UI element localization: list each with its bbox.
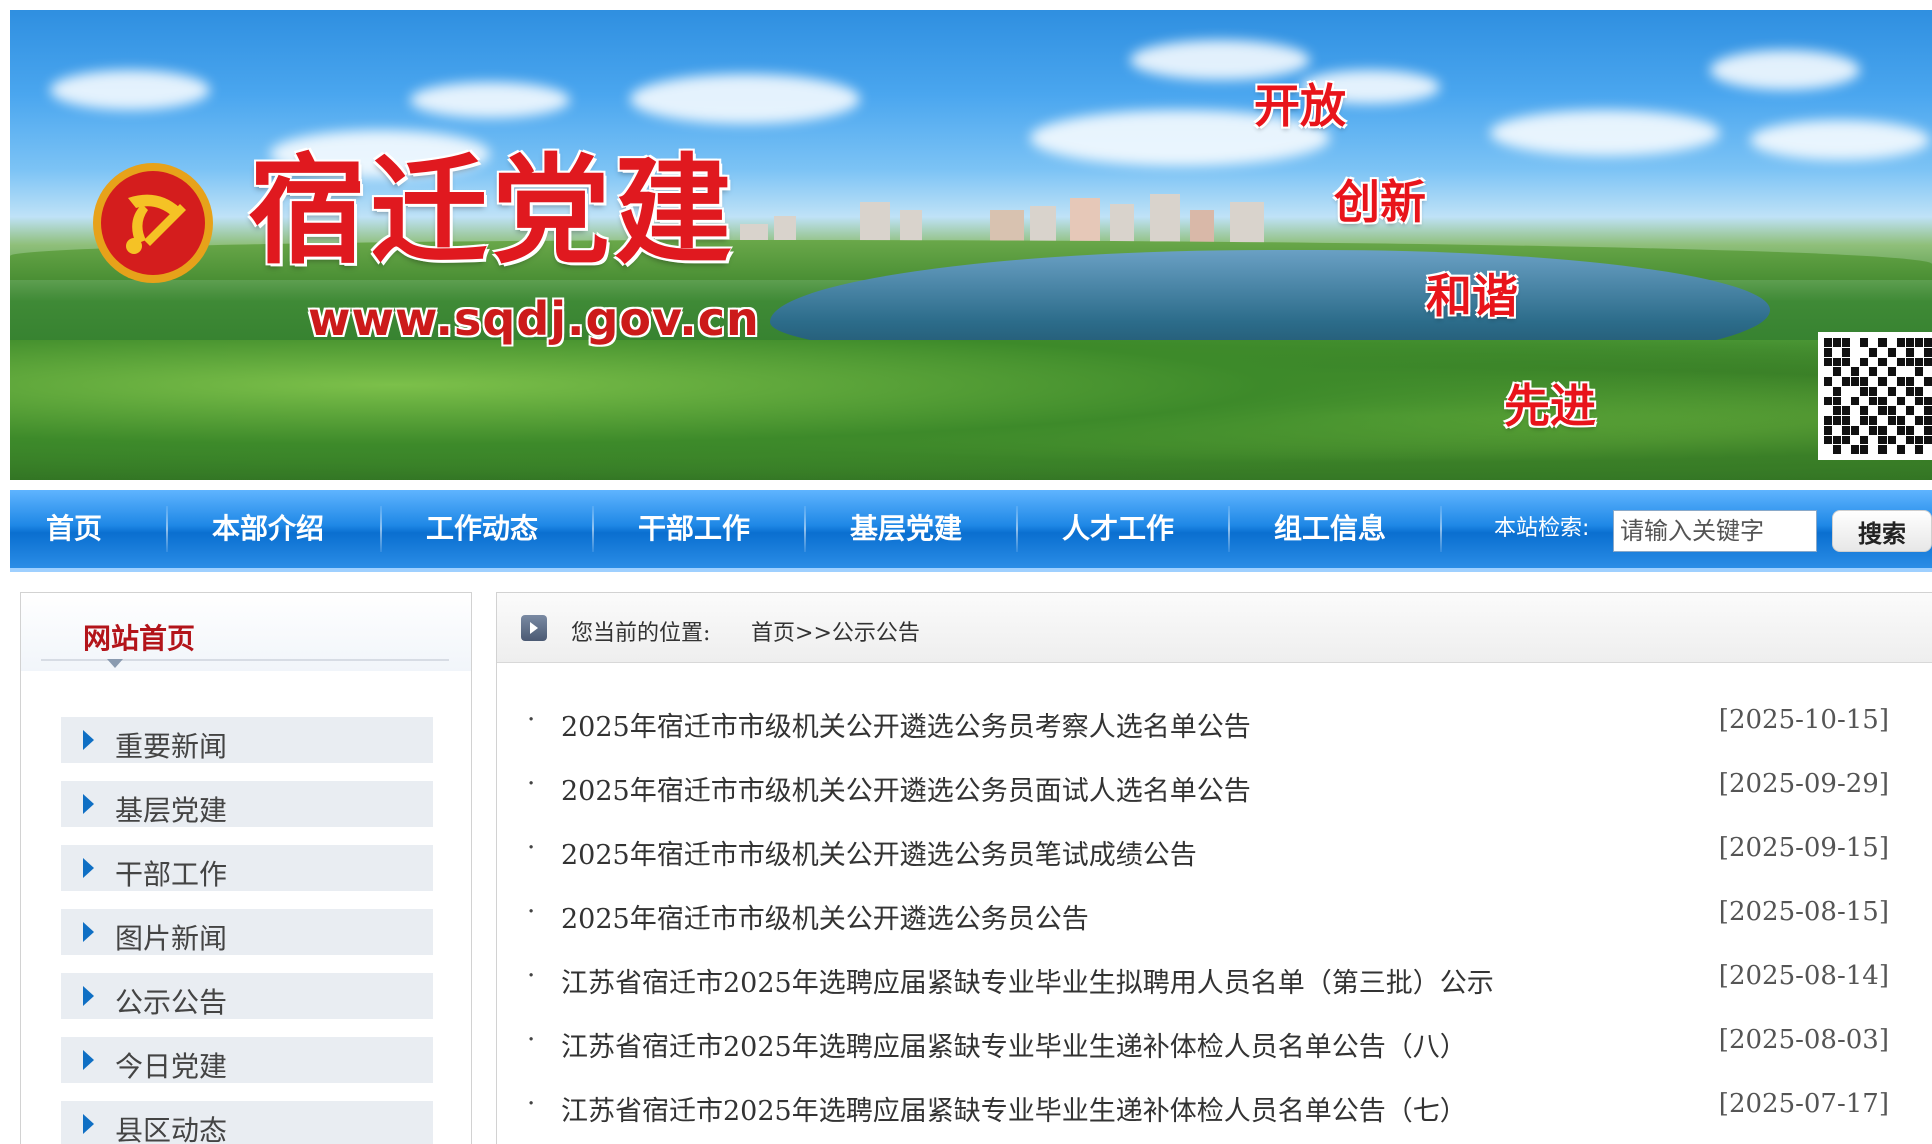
sidebar-header: 网站首页	[21, 593, 471, 671]
caret-down-icon	[107, 659, 123, 668]
list-bullet: ·	[527, 961, 536, 991]
slogan-open: 开放	[1254, 79, 1346, 133]
qr-code-icon	[1818, 332, 1932, 460]
sidebar-divider	[41, 659, 449, 661]
sidebar-item-label: 今日党建	[115, 1050, 228, 1083]
list-bullet: ·	[527, 1089, 536, 1119]
list-bullet: ·	[527, 833, 536, 863]
list-item: · 2025年宿迁市市级机关公开遴选公务员笔试成绩公告 [2025-09-15]	[527, 833, 1907, 897]
main-nav: 首页 本部介绍 工作动态 干部工作 基层党建 人才工作 组工信息 本站检索: 搜…	[10, 490, 1932, 572]
list-item: · 江苏省宿迁市2025年选聘应届紧缺专业毕业生递补体检人员名单公告（八） [2…	[527, 1025, 1907, 1089]
list-bullet: ·	[527, 897, 536, 927]
news-title-link[interactable]: 2025年宿迁市市级机关公开遴选公务员笔试成绩公告	[561, 833, 1197, 872]
sidebar-item-today-party[interactable]: 今日党建	[61, 1037, 433, 1083]
sidebar-item-label: 重要新闻	[115, 730, 228, 763]
breadcrumb-current[interactable]: 公示公告	[832, 621, 920, 646]
breadcrumb-prefix: 您当前的位置:	[571, 621, 711, 646]
sidebar: 网站首页 重要新闻 基层党建 干部工作 图片新闻 公示公告 今日党建 县区动态	[20, 592, 472, 1144]
news-date: [2025-10-15]	[1718, 705, 1889, 735]
breadcrumb-separator: >>	[795, 621, 832, 646]
news-date: [2025-07-17]	[1718, 1089, 1889, 1119]
list-bullet: ·	[527, 769, 536, 799]
news-title-link[interactable]: 江苏省宿迁市2025年选聘应届紧缺专业毕业生递补体检人员名单公告（七）	[561, 1089, 1467, 1128]
sidebar-item-label: 县区动态	[115, 1114, 228, 1144]
sidebar-item-label: 干部工作	[115, 858, 228, 891]
sidebar-item-county-news[interactable]: 县区动态	[61, 1101, 433, 1144]
content-panel: 您当前的位置: 首页>>公示公告 · 2025年宿迁市市级机关公开遴选公务员考察…	[496, 592, 1932, 1144]
nav-about[interactable]: 本部介绍	[168, 490, 368, 568]
slogan-advanced: 先进	[1504, 379, 1596, 433]
news-title-link[interactable]: 2025年宿迁市市级机关公开遴选公务员考察人选名单公告	[561, 705, 1251, 744]
list-item: · 2025年宿迁市市级机关公开遴选公务员考察人选名单公告 [2025-10-1…	[527, 705, 1907, 769]
news-date: [2025-08-15]	[1718, 897, 1889, 927]
sidebar-item-label: 基层党建	[115, 794, 228, 827]
list-item: · 2025年宿迁市市级机关公开遴选公务员面试人选名单公告 [2025-09-2…	[527, 769, 1907, 833]
breadcrumb-home-link[interactable]: 首页	[751, 621, 795, 646]
sidebar-menu: 重要新闻 基层党建 干部工作 图片新闻 公示公告 今日党建 县区动态	[61, 717, 433, 1144]
nav-talent-work[interactable]: 人才工作	[1018, 490, 1218, 568]
sidebar-item-announcements[interactable]: 公示公告	[61, 973, 433, 1019]
sidebar-item-label: 图片新闻	[115, 922, 228, 955]
slogan-harmony: 和谐	[1426, 269, 1518, 323]
slogan-innovation: 创新	[1334, 175, 1426, 229]
triangle-right-icon	[83, 794, 94, 814]
triangle-right-icon	[83, 1050, 94, 1070]
site-banner: 宿迁党建 www.sqdj.gov.cn 开放 创新 和谐 先进	[10, 10, 1932, 480]
site-title: 宿迁党建	[248, 141, 737, 280]
search-input[interactable]	[1613, 510, 1817, 552]
news-title-link[interactable]: 2025年宿迁市市级机关公开遴选公务员公告	[561, 897, 1089, 936]
news-date: [2025-08-14]	[1718, 961, 1889, 991]
triangle-right-icon	[83, 858, 94, 878]
sidebar-item-label: 公示公告	[115, 986, 228, 1019]
search-button[interactable]: 搜索	[1832, 510, 1932, 552]
list-item: · 江苏省宿迁市2025年选聘应届紧缺专业毕业生拟聘用人员名单（第三批）公示 […	[527, 961, 1907, 1025]
nav-home[interactable]: 首页	[10, 490, 138, 568]
breadcrumb: 您当前的位置: 首页>>公示公告	[497, 593, 1932, 663]
news-date: [2025-09-29]	[1718, 769, 1889, 799]
breadcrumb-path: 首页>>公示公告	[751, 615, 920, 647]
list-item: · 江苏省宿迁市2025年选聘应届紧缺专业毕业生递补体检人员名单公告（七） [2…	[527, 1089, 1907, 1144]
news-date: [2025-08-03]	[1718, 1025, 1889, 1055]
nav-org-info[interactable]: 组工信息	[1230, 490, 1430, 568]
party-emblem-icon	[93, 163, 213, 283]
nav-cadre-work[interactable]: 干部工作	[594, 490, 794, 568]
triangle-right-icon	[83, 1114, 94, 1134]
site-url: www.sqdj.gov.cn	[308, 292, 760, 346]
list-item: · 2025年宿迁市市级机关公开遴选公务员公告 [2025-08-15]	[527, 897, 1907, 961]
nav-work-news[interactable]: 工作动态	[382, 490, 582, 568]
news-title-link[interactable]: 2025年宿迁市市级机关公开遴选公务员面试人选名单公告	[561, 769, 1251, 808]
sidebar-title[interactable]: 网站首页	[83, 617, 195, 657]
news-list: · 2025年宿迁市市级机关公开遴选公务员考察人选名单公告 [2025-10-1…	[527, 705, 1907, 1144]
sidebar-item-cadre-work[interactable]: 干部工作	[61, 845, 433, 891]
breadcrumb-arrow-icon	[521, 615, 547, 641]
news-title-link[interactable]: 江苏省宿迁市2025年选聘应届紧缺专业毕业生递补体检人员名单公告（八）	[561, 1025, 1467, 1064]
triangle-right-icon	[83, 986, 94, 1006]
triangle-right-icon	[83, 730, 94, 750]
sidebar-item-important-news[interactable]: 重要新闻	[61, 717, 433, 763]
list-bullet: ·	[527, 705, 536, 735]
sidebar-item-photo-news[interactable]: 图片新闻	[61, 909, 433, 955]
sidebar-item-grassroots[interactable]: 基层党建	[61, 781, 433, 827]
list-bullet: ·	[527, 1025, 536, 1055]
nav-grassroots[interactable]: 基层党建	[806, 490, 1006, 568]
news-date: [2025-09-15]	[1718, 833, 1889, 863]
search-label: 本站检索:	[1494, 516, 1590, 541]
triangle-right-icon	[83, 922, 94, 942]
news-title-link[interactable]: 江苏省宿迁市2025年选聘应届紧缺专业毕业生拟聘用人员名单（第三批）公示	[561, 961, 1494, 1000]
